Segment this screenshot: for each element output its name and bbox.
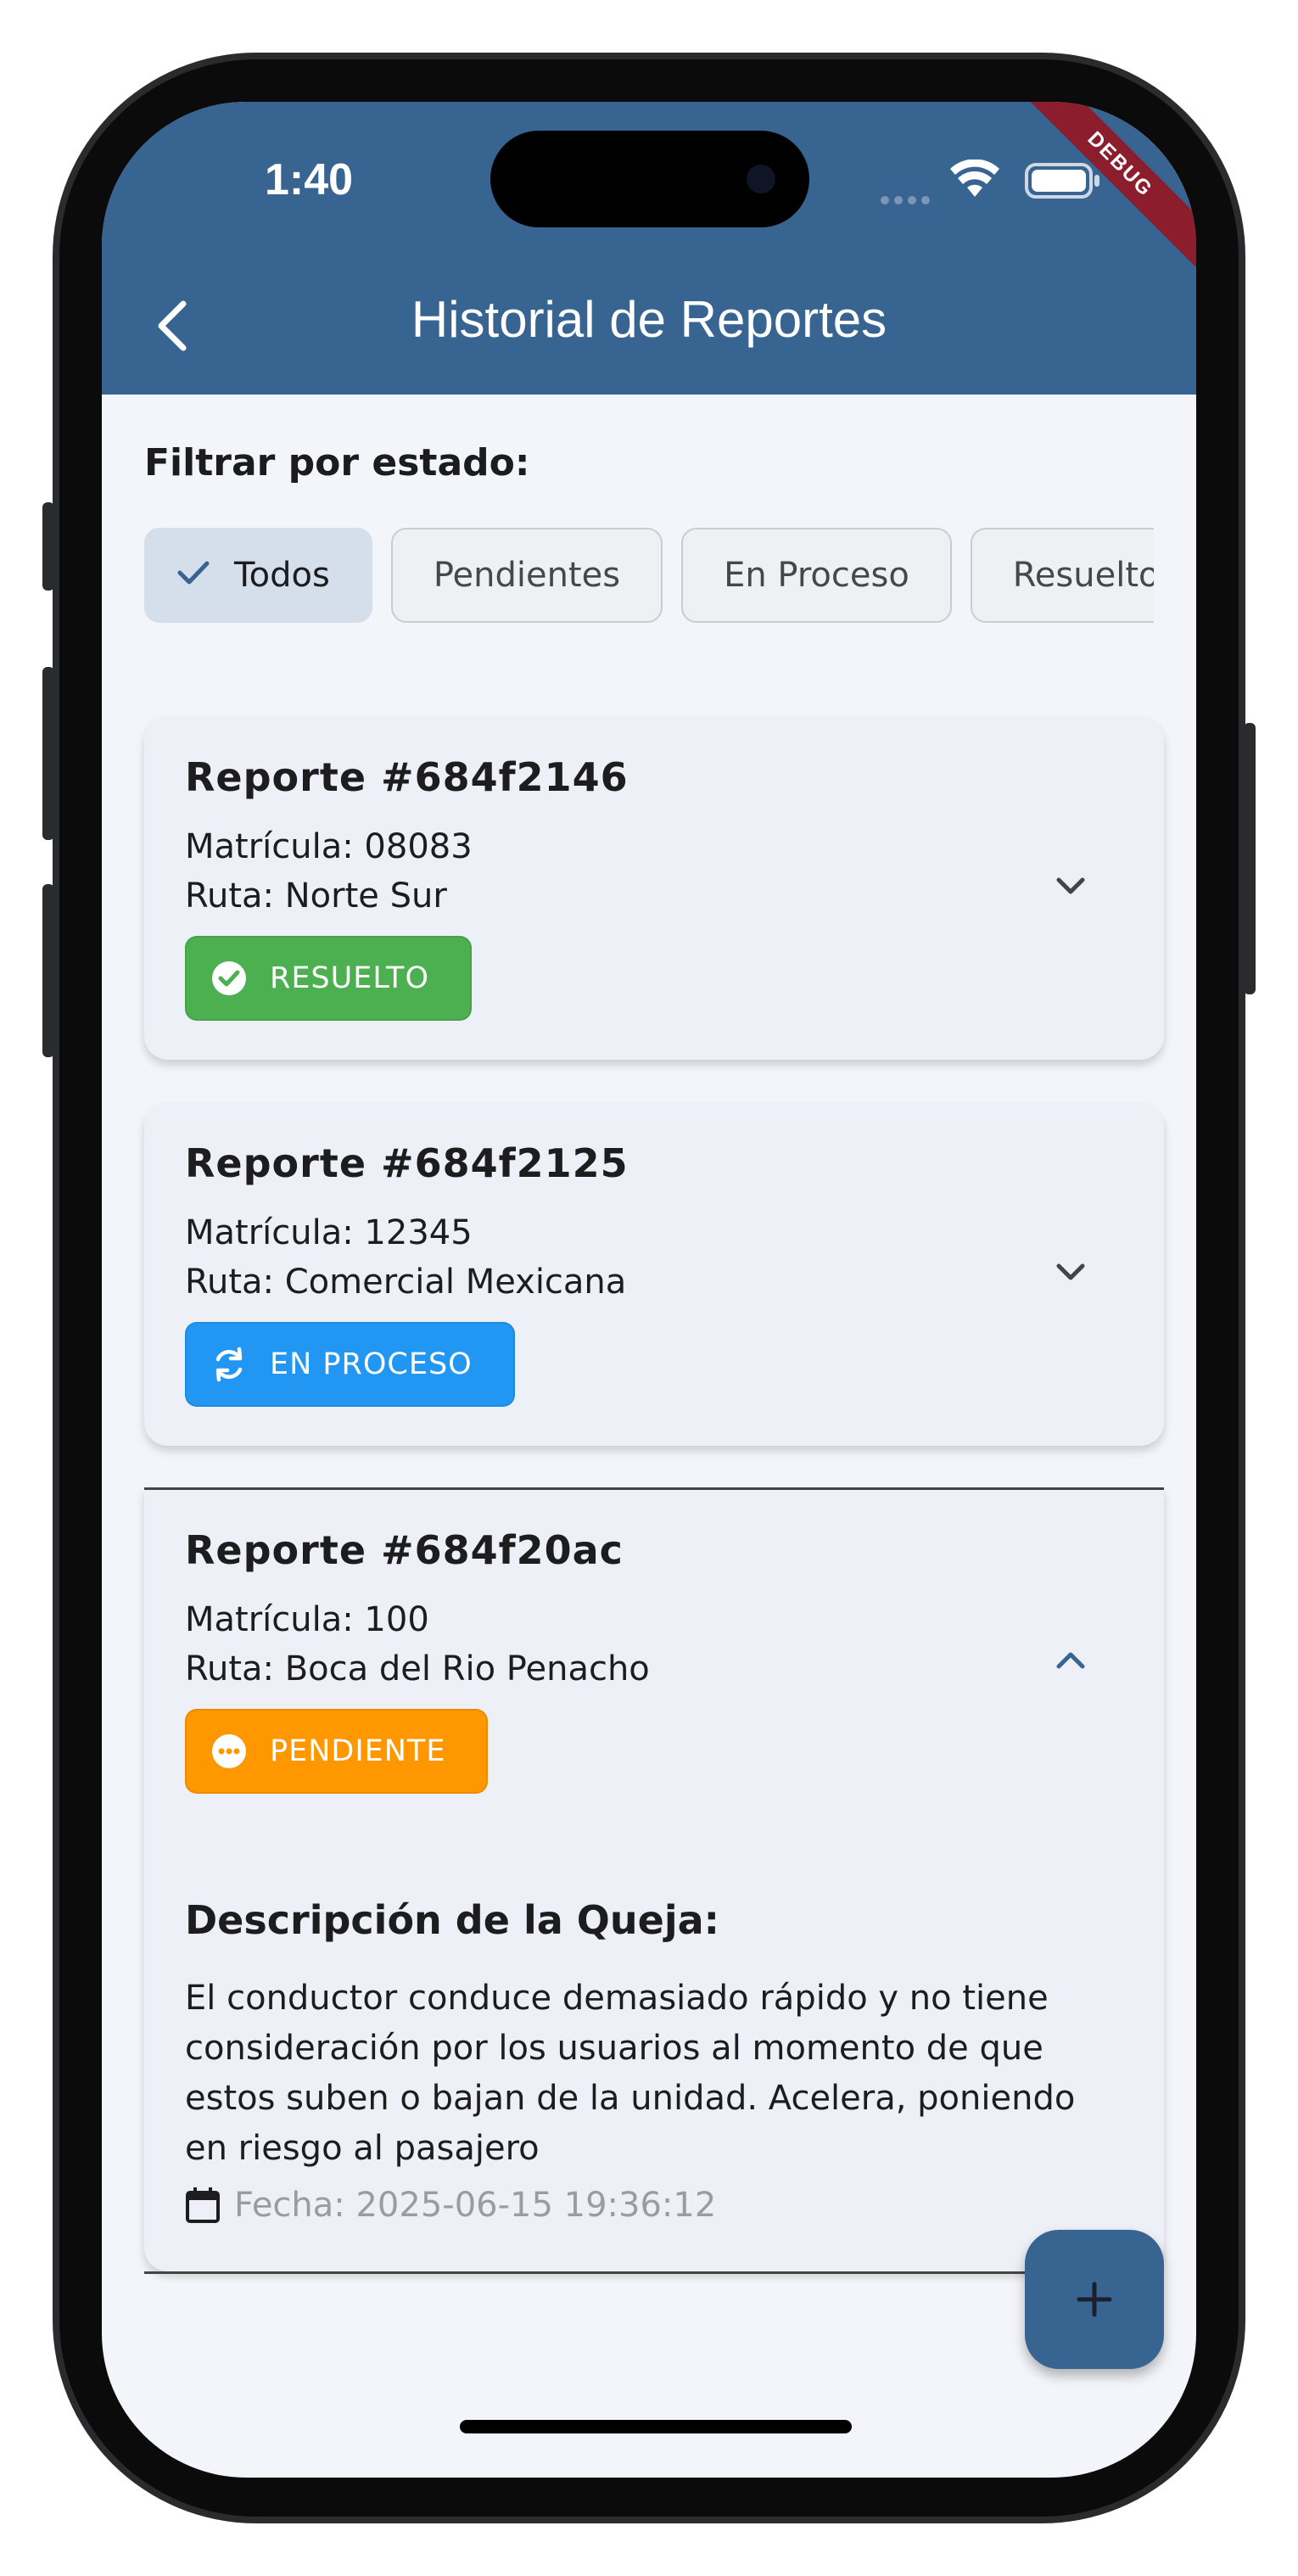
status-time: 1:40 xyxy=(265,155,354,204)
filter-label: Filtrar por estado: xyxy=(144,441,530,484)
volume-down-button xyxy=(42,884,54,1057)
filter-chip-resuelto[interactable]: Resuelto xyxy=(970,528,1154,623)
page-title: Historial de Reportes xyxy=(411,291,887,348)
chevron-down-icon[interactable] xyxy=(1054,1261,1088,1288)
report-title: Reporte #684f2146 xyxy=(185,754,629,800)
add-report-button[interactable] xyxy=(1025,2230,1164,2369)
status-badge: PENDIENTE xyxy=(185,1709,489,1794)
check-circle-icon xyxy=(210,960,248,997)
filter-chip-en-proceso[interactable]: En Proceso xyxy=(681,528,952,623)
chip-label: Pendientes xyxy=(433,556,621,595)
app-screen: 1:40 DEBUG Historial de Reportes Filtrar… xyxy=(102,102,1196,2478)
check-icon xyxy=(176,556,210,595)
report-matricula: Matrícula: 100 xyxy=(185,1600,429,1639)
date-row: Fecha: 2025-06-15 19:36:12 xyxy=(185,2186,716,2225)
app-bar: 1:40 DEBUG Historial de Reportes xyxy=(102,102,1196,395)
cellular-signal-icon xyxy=(881,192,935,208)
camera-icon xyxy=(747,165,775,193)
filter-chip-pendientes[interactable]: Pendientes xyxy=(390,528,663,623)
wifi-icon xyxy=(950,159,999,200)
report-ruta: Ruta: Boca del Rio Penacho xyxy=(185,1649,650,1688)
report-card-expanded[interactable]: Reporte #684f20ac Matrícula: 100 Ruta: B… xyxy=(144,1487,1164,2271)
more-horiz-circle-icon xyxy=(210,1733,248,1770)
status-label: PENDIENTE xyxy=(270,1734,446,1768)
report-matricula: Matrícula: 12345 xyxy=(185,1213,473,1252)
report-title: Reporte #684f2125 xyxy=(185,1140,629,1186)
power-button xyxy=(1244,723,1256,994)
chip-label: Resuelto xyxy=(1012,556,1154,595)
status-badge: RESUELTO xyxy=(185,936,472,1021)
home-indicator xyxy=(460,2420,852,2433)
status-badge: EN PROCESO xyxy=(185,1322,515,1407)
chip-label: En Proceso xyxy=(724,556,909,595)
dynamic-island xyxy=(490,131,809,227)
plus-icon xyxy=(1077,2282,1112,2317)
report-card[interactable]: Reporte #684f2125 Matrícula: 12345 Ruta:… xyxy=(144,1103,1164,1446)
report-ruta: Ruta: Comercial Mexicana xyxy=(185,1263,627,1302)
status-label: RESUELTO xyxy=(270,961,429,995)
chip-label: Todos xyxy=(234,556,330,595)
report-card[interactable]: Reporte #684f2146 Matrícula: 08083 Ruta:… xyxy=(144,717,1164,1060)
chevron-down-icon[interactable] xyxy=(1054,875,1088,902)
description-text: El conductor conduce demasiado rápido y … xyxy=(185,1979,1076,2168)
report-matricula: Matrícula: 08083 xyxy=(185,827,473,866)
filter-chips: Todos Pendientes En Proceso Resuelto xyxy=(144,528,1154,624)
status-label: EN PROCESO xyxy=(270,1347,473,1381)
report-date: Fecha: 2025-06-15 19:36:12 xyxy=(234,2186,717,2225)
calendar-icon xyxy=(186,2187,220,2223)
sync-icon xyxy=(210,1346,248,1383)
filter-chip-todos[interactable]: Todos xyxy=(144,528,372,623)
description-title: Descripción de la Queja: xyxy=(185,1897,720,1943)
action-button xyxy=(42,502,54,591)
report-title: Reporte #684f20ac xyxy=(185,1527,624,1573)
list-divider xyxy=(144,2271,1164,2274)
chevron-up-icon[interactable] xyxy=(1054,1648,1088,1675)
report-ruta: Ruta: Norte Sur xyxy=(185,876,447,916)
battery-icon xyxy=(1025,163,1101,202)
volume-up-button xyxy=(42,667,54,840)
